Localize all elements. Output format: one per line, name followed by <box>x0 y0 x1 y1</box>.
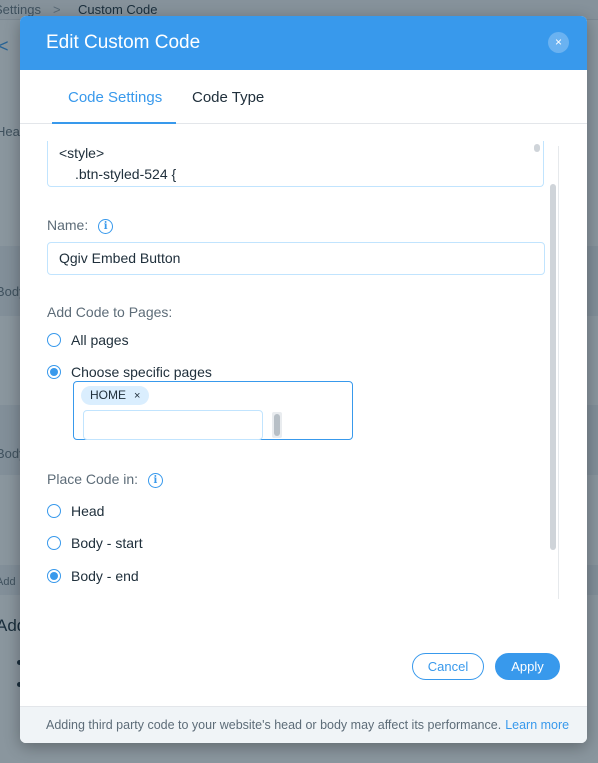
close-icon[interactable]: × <box>548 32 569 53</box>
tab-bar: Code Settings Code Type <box>20 70 587 124</box>
radio-all-pages[interactable]: All pages <box>47 332 129 348</box>
radio-button[interactable] <box>47 536 61 550</box>
page-tag-home: HOME × <box>81 386 150 405</box>
footer-notice: Adding third party code to your website'… <box>46 718 502 732</box>
radio-body-end[interactable]: Body - end <box>47 568 139 584</box>
info-icon[interactable]: i <box>147 473 163 488</box>
dialog-title: Edit Custom Code <box>46 32 201 53</box>
radio-label: Choose specific pages <box>71 364 212 380</box>
page-selector-scrollbar[interactable] <box>272 412 282 438</box>
radio-choose-specific-pages[interactable]: Choose specific pages <box>47 364 212 380</box>
info-icon[interactable]: i <box>98 219 114 234</box>
radio-label: Head <box>71 503 105 519</box>
dialog-footer: Adding third party code to your website'… <box>20 706 587 743</box>
scrollbar-thumb[interactable] <box>274 414 280 436</box>
radio-button[interactable] <box>47 569 61 583</box>
apply-button[interactable]: Apply <box>495 653 560 680</box>
tab-code-settings[interactable]: Code Settings <box>68 89 162 106</box>
radio-body-start[interactable]: Body - start <box>47 535 143 551</box>
edit-custom-code-dialog: Edit Custom Code × Code Settings Code Ty… <box>20 16 587 743</box>
name-label-text: Name: <box>47 217 89 233</box>
tab-code-type[interactable]: Code Type <box>192 89 264 106</box>
radio-button[interactable] <box>47 365 61 379</box>
code-editor[interactable]: <style> .btn-styled-524 { <box>47 141 544 187</box>
radio-button[interactable] <box>47 333 61 347</box>
cancel-button[interactable]: Cancel <box>412 653 484 680</box>
learn-more-link[interactable]: Learn more <box>505 718 569 732</box>
add-code-to-pages-label: Add Code to Pages: <box>47 304 173 320</box>
radio-button[interactable] <box>47 504 61 518</box>
place-code-label-text: Place Code in: <box>47 471 139 487</box>
radio-head[interactable]: Head <box>47 503 104 519</box>
page-selector[interactable]: HOME × <box>73 381 353 440</box>
code-line: <style> <box>59 145 105 161</box>
code-editor-scrollbar[interactable] <box>534 144 540 152</box>
remove-tag-icon[interactable]: × <box>134 390 140 402</box>
settings-scroll-area[interactable]: <style> .btn-styled-524 { Name: i Qgiv E… <box>20 124 587 599</box>
code-line: .btn-styled-524 { <box>75 166 177 182</box>
radio-label: Body - start <box>71 535 143 551</box>
page-tag-label: HOME <box>90 388 126 402</box>
page-search-input[interactable] <box>83 410 263 440</box>
name-input[interactable]: Qgiv Embed Button <box>47 242 545 275</box>
content-scrollbar[interactable] <box>550 184 556 550</box>
radio-label: All pages <box>71 332 129 348</box>
radio-label: Body - end <box>71 568 139 584</box>
content-divider <box>558 146 559 599</box>
place-code-label: Place Code in: i <box>47 471 163 488</box>
name-label: Name: i <box>47 217 114 234</box>
dialog-header: Edit Custom Code × <box>20 16 587 70</box>
